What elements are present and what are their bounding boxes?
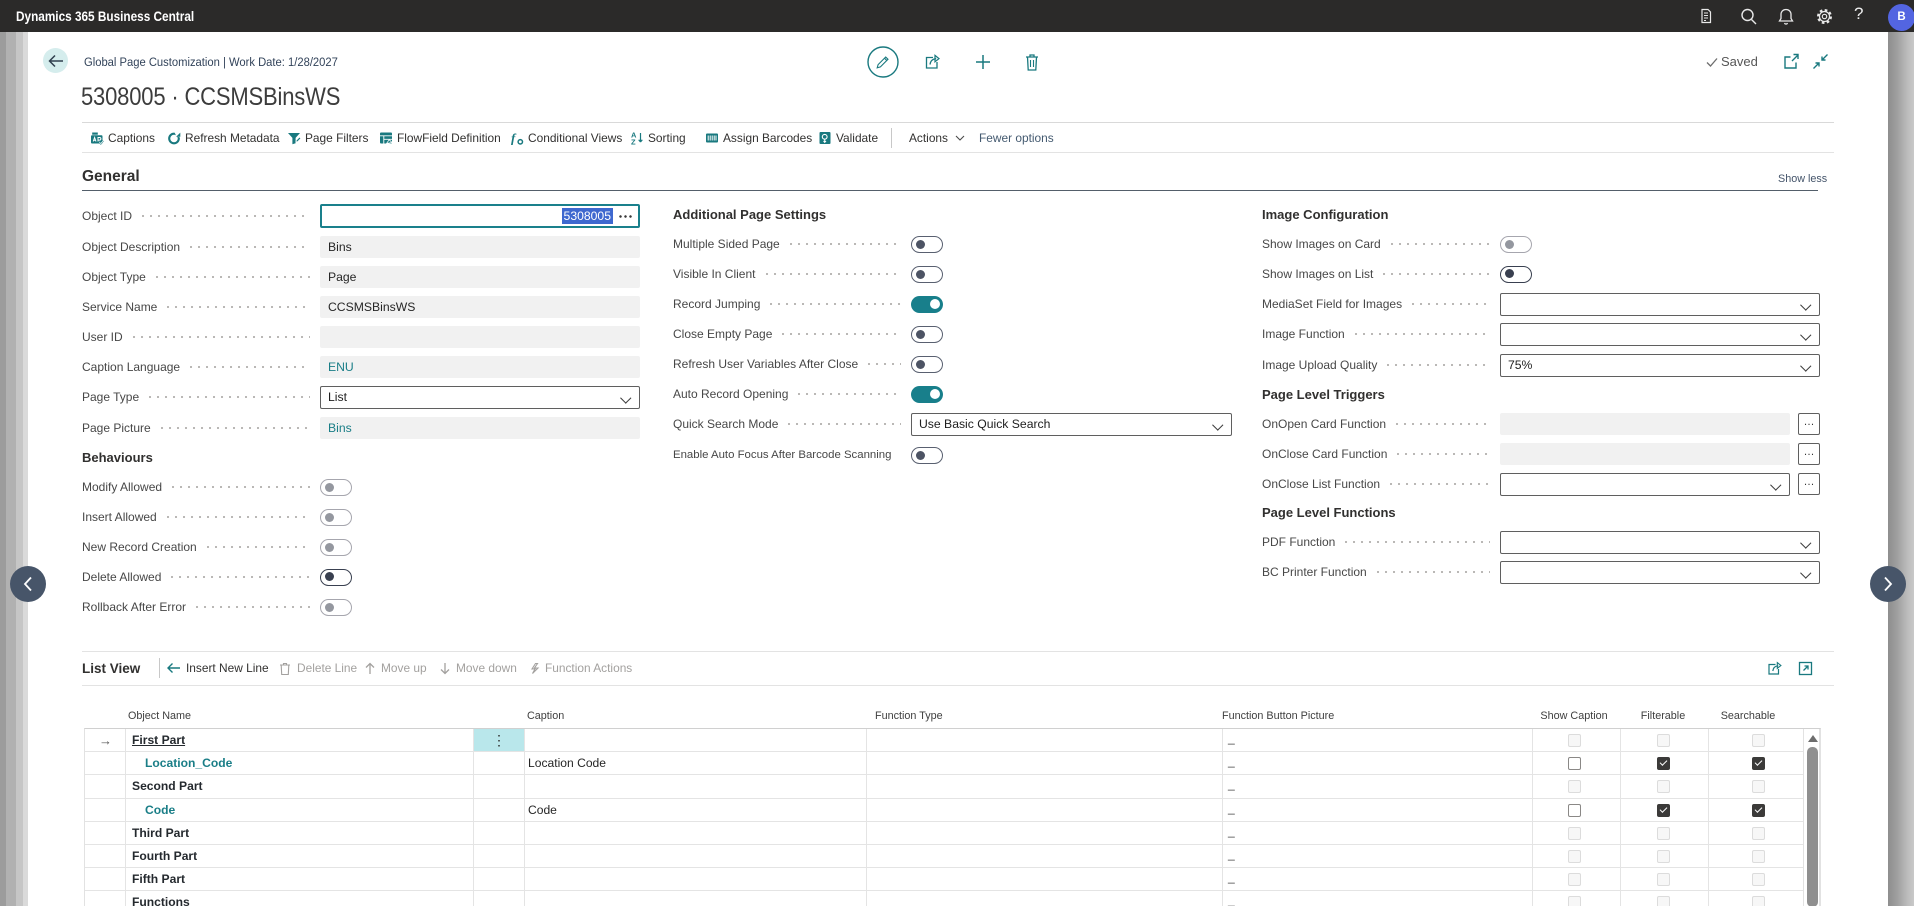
svg-text:Z: Z xyxy=(631,138,636,146)
svg-text:f: f xyxy=(511,131,517,145)
